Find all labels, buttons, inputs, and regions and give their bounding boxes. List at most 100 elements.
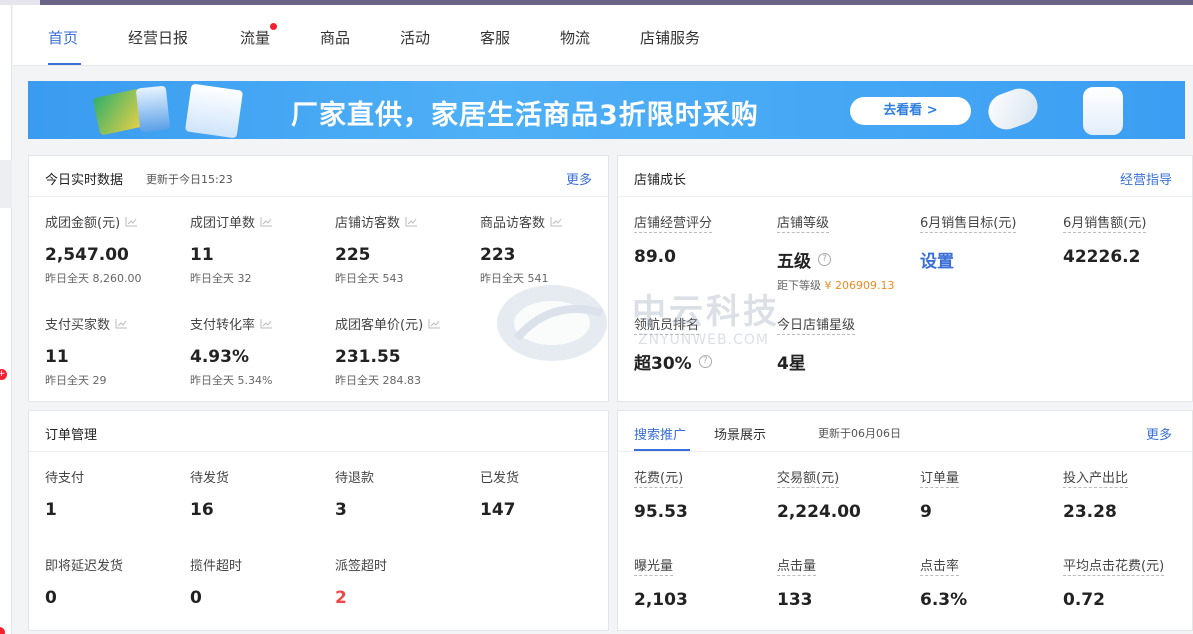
- trend-chart-icon[interactable]: [405, 216, 418, 227]
- metric-conversion-rate[interactable]: 支付转化率 4.93% 昨日全天 5.34%: [190, 314, 273, 388]
- metric-store-score: 店铺经营评分 89.0: [634, 212, 713, 267]
- tab-logistics[interactable]: 物流: [560, 27, 590, 48]
- metric-label: 领航员排名: [634, 314, 700, 335]
- metric-label: 待发货: [190, 471, 230, 486]
- main-nav: 首页 经营日报 流量 商品 活动 客服 物流 店铺服务: [13, 5, 1193, 66]
- metric-product-visitors[interactable]: 商品访客数 223 昨日全天 541: [480, 212, 563, 286]
- order-shipped[interactable]: 已发货 147: [480, 467, 519, 520]
- metric-value: 223: [480, 245, 516, 265]
- metric-value: 0: [45, 588, 57, 608]
- updated-date: 更新于06月06日: [818, 427, 901, 440]
- metric-sales-target: 6月销售目标(元) 设置: [920, 212, 1017, 272]
- updated-time: 更新于今日15:23: [146, 173, 233, 186]
- trend-chart-icon[interactable]: [550, 216, 563, 227]
- metric-label: 已发货: [480, 471, 520, 486]
- trend-chart-icon[interactable]: [260, 318, 273, 329]
- metric-orders[interactable]: 成团订单数 11 昨日全天 32: [190, 212, 273, 286]
- metric-label: 投入产出比: [1063, 467, 1129, 488]
- realtime-data-card: 今日实时数据 更新于今日15:23 更多 成团金额(元) 2,547.00 昨日…: [28, 155, 609, 402]
- card-header: 店铺成长 经营指导: [618, 156, 1192, 197]
- metric-value: 133: [777, 590, 813, 610]
- promo-ctr: 点击率 6.3%: [920, 555, 967, 610]
- metric-value: 9: [920, 502, 932, 522]
- promotion-card: 搜索推广 场景展示 更新于06月06日 更多 花费(元) 95.53 交易额(元…: [617, 410, 1193, 631]
- metric-value: 147: [480, 500, 516, 520]
- metric-label: 支付买家数: [45, 318, 111, 333]
- metric-label: 待支付: [45, 471, 85, 486]
- banner-cta-button[interactable]: 去看看 >: [850, 97, 971, 125]
- promo-roi: 投入产出比 23.28: [1063, 467, 1129, 522]
- metric-label: 成团金额(元): [45, 216, 121, 231]
- store-growth-card: 店铺成长 经营指导 店铺经营评分 89.0 店铺等级 五级? 距下等级 ¥ 20…: [617, 155, 1193, 402]
- help-icon[interactable]: ?: [818, 253, 831, 266]
- metric-yesterday: 昨日全天 5.34%: [190, 374, 273, 387]
- promo-impressions: 曝光量 2,103: [634, 555, 688, 610]
- trend-chart-icon[interactable]: [260, 216, 273, 227]
- order-delivery-timeout[interactable]: 派签超时 2: [335, 555, 387, 608]
- card-title: 订单管理: [45, 428, 98, 443]
- business-guide-link[interactable]: 经营指导: [1120, 169, 1172, 188]
- notification-dot-icon[interactable]: +: [0, 369, 7, 380]
- trend-chart-icon[interactable]: [125, 216, 138, 227]
- metric-yesterday: 昨日全天 32: [190, 272, 252, 285]
- metric-yesterday: 昨日全天 8,260.00: [45, 272, 142, 285]
- metric-label: 店铺访客数: [335, 216, 401, 231]
- order-pending-payment[interactable]: 待支付 1: [45, 467, 84, 520]
- tab-activities[interactable]: 活动: [400, 27, 430, 48]
- notification-dot-icon-2[interactable]: [0, 627, 5, 634]
- help-icon[interactable]: ?: [698, 355, 712, 368]
- metric-value: 11: [45, 347, 69, 367]
- tab-products[interactable]: 商品: [320, 27, 350, 48]
- metric-value: 231.55: [335, 347, 401, 367]
- card-header: 搜索推广 场景展示 更新于06月06日 更多: [618, 411, 1192, 452]
- metric-value: 6.3%: [920, 590, 968, 610]
- tab-search-promotion[interactable]: 搜索推广: [634, 424, 686, 443]
- appliance-image: [983, 83, 1043, 135]
- promo-clicks: 点击量 133: [777, 555, 817, 610]
- metric-label: 订单量: [920, 467, 960, 488]
- tab-home[interactable]: 首页: [48, 27, 78, 48]
- metric-paying-buyers[interactable]: 支付买家数 11 昨日全天 29: [45, 314, 128, 388]
- tab-daily-report[interactable]: 经营日报: [128, 27, 188, 48]
- tab-store-services[interactable]: 店铺服务: [640, 27, 700, 48]
- promo-banner[interactable]: 厂家直供，家居生活商品3折限时采购 去看看 >: [28, 81, 1185, 139]
- more-link[interactable]: 更多: [1146, 424, 1172, 443]
- metric-label: 即将延迟发货: [45, 559, 124, 574]
- metric-value: 1: [45, 500, 57, 520]
- metric-label: 支付转化率: [190, 318, 256, 333]
- trend-chart-icon[interactable]: [115, 318, 128, 329]
- traffic-badge-dot: [270, 23, 277, 30]
- order-pending-refund[interactable]: 待退款 3: [335, 467, 374, 520]
- metric-avg-order-value[interactable]: 成团客单价(元) 231.55 昨日全天 284.83: [335, 314, 441, 388]
- metric-store-visitors[interactable]: 店铺访客数 225 昨日全天 543: [335, 212, 418, 286]
- tab-customer-service[interactable]: 客服: [480, 27, 510, 48]
- tab-active-underline: [48, 63, 81, 65]
- order-pending-shipment[interactable]: 待发货 16: [190, 467, 229, 520]
- metric-label: 成团客单价(元): [335, 318, 424, 333]
- set-target-link[interactable]: 设置: [920, 247, 1016, 272]
- tab-scene-display[interactable]: 场景展示: [714, 424, 766, 443]
- trend-chart-icon[interactable]: [428, 318, 441, 329]
- metric-label: 点击量: [777, 555, 817, 576]
- left-rail-segment[interactable]: [0, 160, 12, 208]
- tab-traffic[interactable]: 流量: [240, 27, 270, 48]
- tissue-box-image: [184, 83, 244, 139]
- metric-label: 成团订单数: [190, 216, 256, 231]
- metric-gmv[interactable]: 成团金额(元) 2,547.00 昨日全天 8,260.00: [45, 212, 141, 286]
- order-pickup-timeout[interactable]: 揽件超时 0: [190, 555, 242, 608]
- metric-label: 平均点击花费(元): [1063, 555, 1165, 576]
- metric-value: 超30%: [634, 354, 692, 374]
- metric-value: 五级: [777, 252, 811, 272]
- metric-label: 6月销售目标(元): [920, 212, 1017, 233]
- metric-value: 2: [335, 588, 347, 608]
- metric-value: 3: [335, 500, 347, 520]
- metric-value: 0: [190, 588, 202, 608]
- more-link[interactable]: 更多: [566, 169, 592, 188]
- order-delay-risk[interactable]: 即将延迟发货 0: [45, 555, 123, 608]
- metric-navigator-rank: 领航员排名 超30%?: [634, 314, 712, 374]
- metric-label: 点击率: [920, 555, 960, 576]
- card-title: 店铺成长: [634, 173, 687, 188]
- metric-yesterday: 昨日全天 543: [335, 272, 404, 285]
- metric-label: 店铺等级: [777, 212, 830, 233]
- metric-value: 23.28: [1063, 502, 1117, 522]
